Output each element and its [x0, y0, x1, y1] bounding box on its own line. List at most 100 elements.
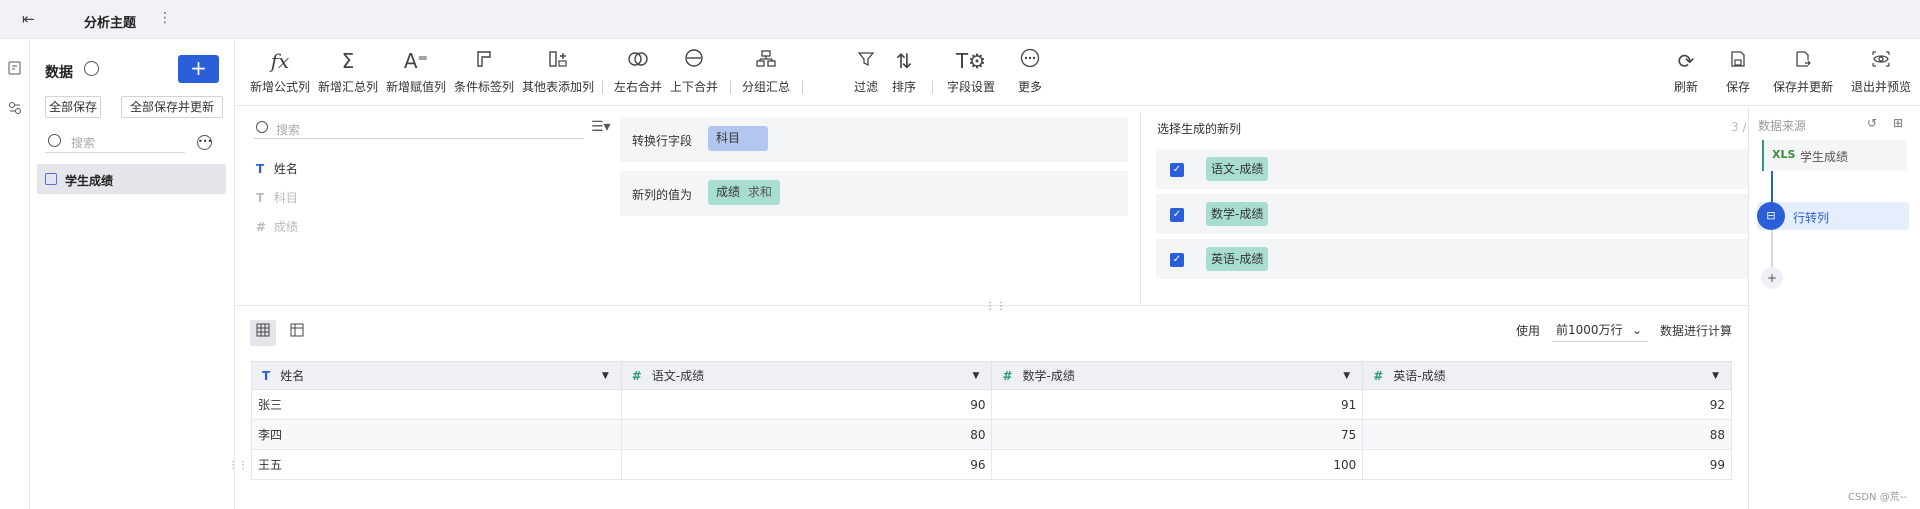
fx-icon: fx — [270, 49, 290, 73]
group-icon — [740, 48, 792, 74]
new-column-item: ✓ 数学-成绩 — [1156, 194, 1756, 234]
toolbar-more[interactable]: 更多 — [1012, 48, 1048, 95]
resize-handle[interactable]: ⋮⋮ — [985, 301, 1007, 312]
field-item[interactable]: T 姓名 — [256, 160, 298, 177]
text-type-icon: T — [262, 369, 271, 383]
save-all-update-button[interactable]: 全部保存并更新 — [121, 96, 223, 118]
search-placeholder: 搜索 — [71, 136, 96, 150]
save-button[interactable]: 保存 — [1720, 48, 1756, 95]
pivot-view-icon[interactable] — [284, 320, 310, 346]
caret-down-icon[interactable]: ▼ — [602, 371, 609, 381]
add-dataset-button[interactable]: + — [178, 55, 219, 83]
merge-tb-icon — [668, 48, 720, 74]
caret-down-icon[interactable]: ▼ — [973, 371, 980, 381]
exit-preview-button[interactable]: 退出并预览 — [1848, 48, 1914, 95]
row-to-column-config: 转换行字段 科目 新列的值为 成绩 求和 — [620, 117, 1130, 217]
column-header[interactable]: T 姓名 ▼ — [251, 361, 622, 390]
data-source-title: 数据来源 — [1758, 119, 1807, 133]
column-header[interactable]: # 数学-成绩 ▼ — [991, 361, 1364, 390]
save-update-button[interactable]: 保存并更新 — [1770, 48, 1836, 95]
table-row: 王五 96 100 99 — [251, 449, 1732, 480]
search-icon — [256, 121, 268, 133]
back-icon[interactable]: ⇤ — [22, 10, 42, 28]
data-panel: 数据 + 全部保存 全部保存并更新 搜索 ••• 学生成绩 — [31, 40, 235, 509]
source-node[interactable]: XLS 学生成绩 — [1762, 140, 1907, 171]
collapse-icon[interactable] — [84, 61, 99, 76]
toolbar-condition-tag[interactable]: 条件标签列 — [454, 48, 514, 95]
toolbar-divider — [602, 80, 603, 94]
watermark: CSDN @荒-- — [1848, 492, 1907, 503]
top-bar: ⇤ 分析主题 ⋮ — [0, 0, 1920, 39]
merge-lr-icon — [612, 48, 664, 74]
checkbox[interactable]: ✓ — [1170, 208, 1184, 222]
toolbar-divider — [802, 80, 803, 94]
toolbar: fx 新增公式列 Σ 新增汇总列 A⁼ 新增赋值列 条件标签列 其他表添加列 左右合并… — [236, 40, 1920, 106]
row-field-label: 转换行字段 — [632, 134, 693, 148]
new-column-chip: 语文-成绩 — [1206, 157, 1269, 181]
toolbar-formula-column[interactable]: fx 新增公式列 — [250, 48, 310, 95]
toolbar-field-settings[interactable]: T⚙ 字段设置 — [942, 48, 1000, 95]
table-row: 张三 90 91 92 — [251, 389, 1732, 420]
calc-use-label: 使用 — [1516, 324, 1541, 338]
transform-step[interactable]: ⊟ 行转列 — [1757, 202, 1909, 230]
field-sort-icon[interactable]: ☰▾ — [591, 119, 611, 135]
number-type-icon: # — [256, 220, 267, 234]
caret-down-icon[interactable]: ▼ — [1712, 371, 1719, 381]
field-item: # 成绩 — [256, 220, 298, 234]
relation-nav-icon[interactable] — [7, 100, 23, 116]
checkbox[interactable]: ✓ — [1170, 163, 1184, 177]
chevron-down-icon: ⌄ — [1631, 323, 1642, 337]
table-icon — [45, 173, 57, 185]
value-field-chip[interactable]: 成绩 求和 — [708, 180, 780, 205]
more-options-icon[interactable]: ⋮ — [158, 10, 172, 26]
dataset-search-input[interactable]: 搜索 — [45, 131, 185, 153]
toolbar-merge-tb[interactable]: 上下合并 — [668, 48, 720, 95]
table-cell: 90 — [620, 389, 993, 420]
page-title: 分析主题 — [84, 16, 137, 31]
table-cell: 92 — [1362, 389, 1732, 420]
text-type-icon: T — [256, 162, 265, 176]
table-cell: 张三 — [251, 389, 622, 420]
new-column-item: ✓ 语文-成绩 — [1156, 149, 1756, 189]
calc-suffix-label: 数据进行计算 — [1660, 324, 1733, 338]
column-header[interactable]: # 语文-成绩 ▼ — [620, 361, 993, 390]
history-icon[interactable]: ↺ — [1867, 116, 1881, 130]
assign-icon: A⁼ — [403, 49, 429, 73]
column-header[interactable]: # 英语-成绩 ▼ — [1362, 361, 1732, 390]
new-column-item: ✓ 英语-成绩 — [1156, 239, 1756, 279]
dataset-nav-icon[interactable] — [7, 60, 23, 76]
layout-icon[interactable]: ⊞ — [1893, 116, 1907, 130]
toolbar-filter[interactable]: 过滤 — [848, 48, 884, 95]
table-cell: 李四 — [251, 419, 622, 450]
save-all-button[interactable]: 全部保存 — [45, 96, 101, 118]
field-search-input[interactable]: 搜索 — [254, 117, 584, 139]
refresh-button[interactable]: ⟳ 刷新 — [1668, 48, 1704, 95]
row-limit-select[interactable]: 前1000万行 ⌄ — [1552, 318, 1648, 342]
table-cell: 100 — [991, 449, 1364, 480]
divider — [1140, 112, 1141, 304]
checkbox[interactable]: ✓ — [1170, 253, 1184, 267]
row-field-chip[interactable]: 科目 — [708, 126, 768, 151]
new-column-chip: 数学-成绩 — [1206, 202, 1269, 226]
add-step-button[interactable]: + — [1761, 267, 1783, 289]
toolbar-group-summary[interactable]: 分组汇总 — [740, 48, 792, 95]
toolbar-summary-column[interactable]: Σ 新增汇总列 — [318, 48, 378, 95]
field-item: T 科目 — [256, 191, 298, 205]
toolbar-merge-lr[interactable]: 左右合并 — [612, 48, 664, 95]
toolbar-sort[interactable]: ⇅ 排序 — [886, 48, 922, 95]
grid-view-icon[interactable] — [250, 320, 276, 346]
toolbar-divider — [730, 80, 731, 94]
new-columns-panel: 选择生成的新列 3 / 3 ✓ 语文-成绩 ✓ 数学-成绩 ✓ 英语-成绩 — [1156, 107, 1758, 307]
more-icon[interactable]: ••• — [197, 135, 212, 150]
table-cell: 80 — [620, 419, 993, 450]
filter-icon — [848, 48, 884, 74]
table-drag-handle[interactable]: ⋮⋮ — [228, 460, 248, 471]
caret-down-icon[interactable]: ▼ — [1343, 371, 1350, 381]
toolbar-other-table[interactable]: 其他表添加列 — [522, 48, 594, 95]
step-label: 行转列 — [1793, 211, 1830, 225]
table-row: 李四 80 75 88 — [251, 419, 1732, 450]
dataset-item[interactable]: 学生成绩 — [37, 164, 226, 194]
number-type-icon: # — [631, 369, 642, 383]
toolbar-assign-column[interactable]: A⁼ 新增赋值列 — [386, 48, 446, 95]
refresh-icon: ⟳ — [1677, 49, 1695, 73]
